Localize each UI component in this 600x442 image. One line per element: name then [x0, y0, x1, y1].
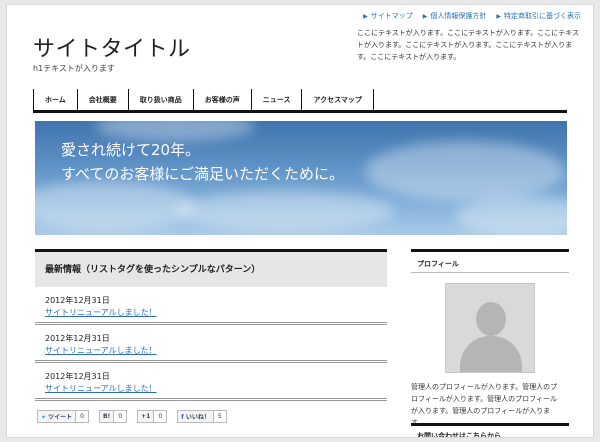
news-date: 2012年12月31日 — [45, 296, 110, 305]
top-link-sitemap[interactable]: ▶ サイトマップ — [363, 11, 413, 21]
tweet-button[interactable]: ✦ ツイート 0 — [37, 410, 89, 423]
news-date: 2012年12月31日 — [45, 372, 110, 381]
avatar — [445, 283, 535, 373]
top-link-commerce[interactable]: ▶ 特定商取引に基づく表示 — [496, 11, 581, 21]
cloud-decoration — [35, 181, 195, 231]
news-heading: 最新情報（リストタグを使ったシンプルなパターン） — [35, 249, 387, 287]
h1-text: h1テキストが入ります — [33, 64, 115, 73]
news-link[interactable]: サイトリニューアルしました！ — [45, 383, 377, 394]
tweet-label: ✦ ツイート — [41, 414, 73, 421]
hero-headline: 愛され続けて20年。 — [61, 141, 201, 159]
avatar-head-shape — [476, 302, 506, 336]
facebook-icon: f — [181, 414, 184, 421]
hatena-bookmark-button[interactable]: B! 0 — [98, 410, 128, 423]
arrow-right-icon: ▶ — [496, 12, 501, 20]
news-section: 最新情報（リストタグを使ったシンプルなパターン） 2012年12月31日 サイト… — [35, 249, 387, 401]
google-plus-count: 0 — [153, 411, 167, 422]
arrow-right-icon: ▶ — [422, 12, 428, 20]
avatar-body-shape — [460, 336, 522, 372]
cloud-decoration — [95, 121, 255, 141]
sidebar: プロフィール 管理人のプロフィールが入ります。管理人のプロフィールが入ります。管… — [411, 249, 569, 429]
nav-item-home[interactable]: ホーム — [33, 89, 77, 110]
twitter-bird-icon: ✦ — [41, 414, 47, 421]
news-link[interactable]: サイトリニューアルしました！ — [45, 345, 377, 356]
profile-text: 管理人のプロフィールが入ります。管理人のプロフィールが入ります。管理人のプロフィ… — [411, 383, 558, 427]
site-title[interactable]: サイトタイトル — [33, 31, 191, 63]
facebook-like-label: f いいね！ — [181, 414, 210, 421]
contact-heading[interactable]: お問い合わせはこちらから — [411, 423, 569, 437]
news-item: 2012年12月31日 サイトリニューアルしました！ — [35, 287, 387, 325]
tweet-count: 0 — [75, 411, 88, 422]
profile-heading: プロフィール — [411, 249, 569, 273]
news-item: 2012年12月31日 サイトリニューアルしました！ — [35, 363, 387, 401]
page: ▶ サイトマップ ▶ 個人情報保護方針 ▶ 特定商取引に基づく表示 サイトタイトル h… — [6, 4, 594, 438]
nav-item-voices[interactable]: お客様の声 — [192, 89, 251, 110]
top-link-privacy[interactable]: ▶ 個人情報保護方針 — [423, 11, 487, 21]
news-link[interactable]: サイトリニューアルしました！ — [45, 307, 377, 318]
cloud-decoration — [175, 191, 395, 231]
cloud-decoration — [365, 141, 565, 201]
top-links: ▶ サイトマップ ▶ 個人情報保護方針 ▶ 特定商取引に基づく表示 — [363, 11, 581, 21]
nav-item-company[interactable]: 会社概要 — [76, 89, 128, 110]
facebook-like-count: 5 — [212, 411, 226, 422]
arrow-right-icon: ▶ — [363, 12, 368, 20]
hero-banner: 愛され続けて20年。 すべてのお客様にご満足いただくために。 — [35, 121, 567, 235]
news-date: 2012年12月31日 — [45, 334, 110, 343]
hero-subheadline: すべてのお客様にご満足いただくために。 — [61, 165, 345, 183]
nav-item-access[interactable]: アクセスマップ — [301, 89, 374, 110]
nav-item-news[interactable]: ニュース — [250, 89, 302, 110]
global-nav: ホーム 会社概要 取り扱い商品 お客様の声 ニュース アクセスマップ — [33, 89, 567, 113]
cloud-decoration — [455, 196, 567, 235]
hatena-icon: B! — [102, 413, 111, 420]
social-buttons: ✦ ツイート 0 B! 0 +1 0 f いいね！ 5 — [37, 410, 227, 423]
news-item: 2012年12月31日 サイトリニューアルしました！ — [35, 325, 387, 363]
hatena-count: 0 — [113, 411, 127, 422]
google-plus-label: +1 — [141, 413, 151, 420]
google-plus-button[interactable]: +1 0 — [137, 410, 168, 423]
header-text: ここにテキストが入ります。ここにテキストが入ります。ここにテキストが入ります。こ… — [357, 29, 579, 61]
facebook-like-button[interactable]: f いいね！ 5 — [177, 410, 227, 423]
nav-item-products[interactable]: 取り扱い商品 — [127, 89, 193, 110]
